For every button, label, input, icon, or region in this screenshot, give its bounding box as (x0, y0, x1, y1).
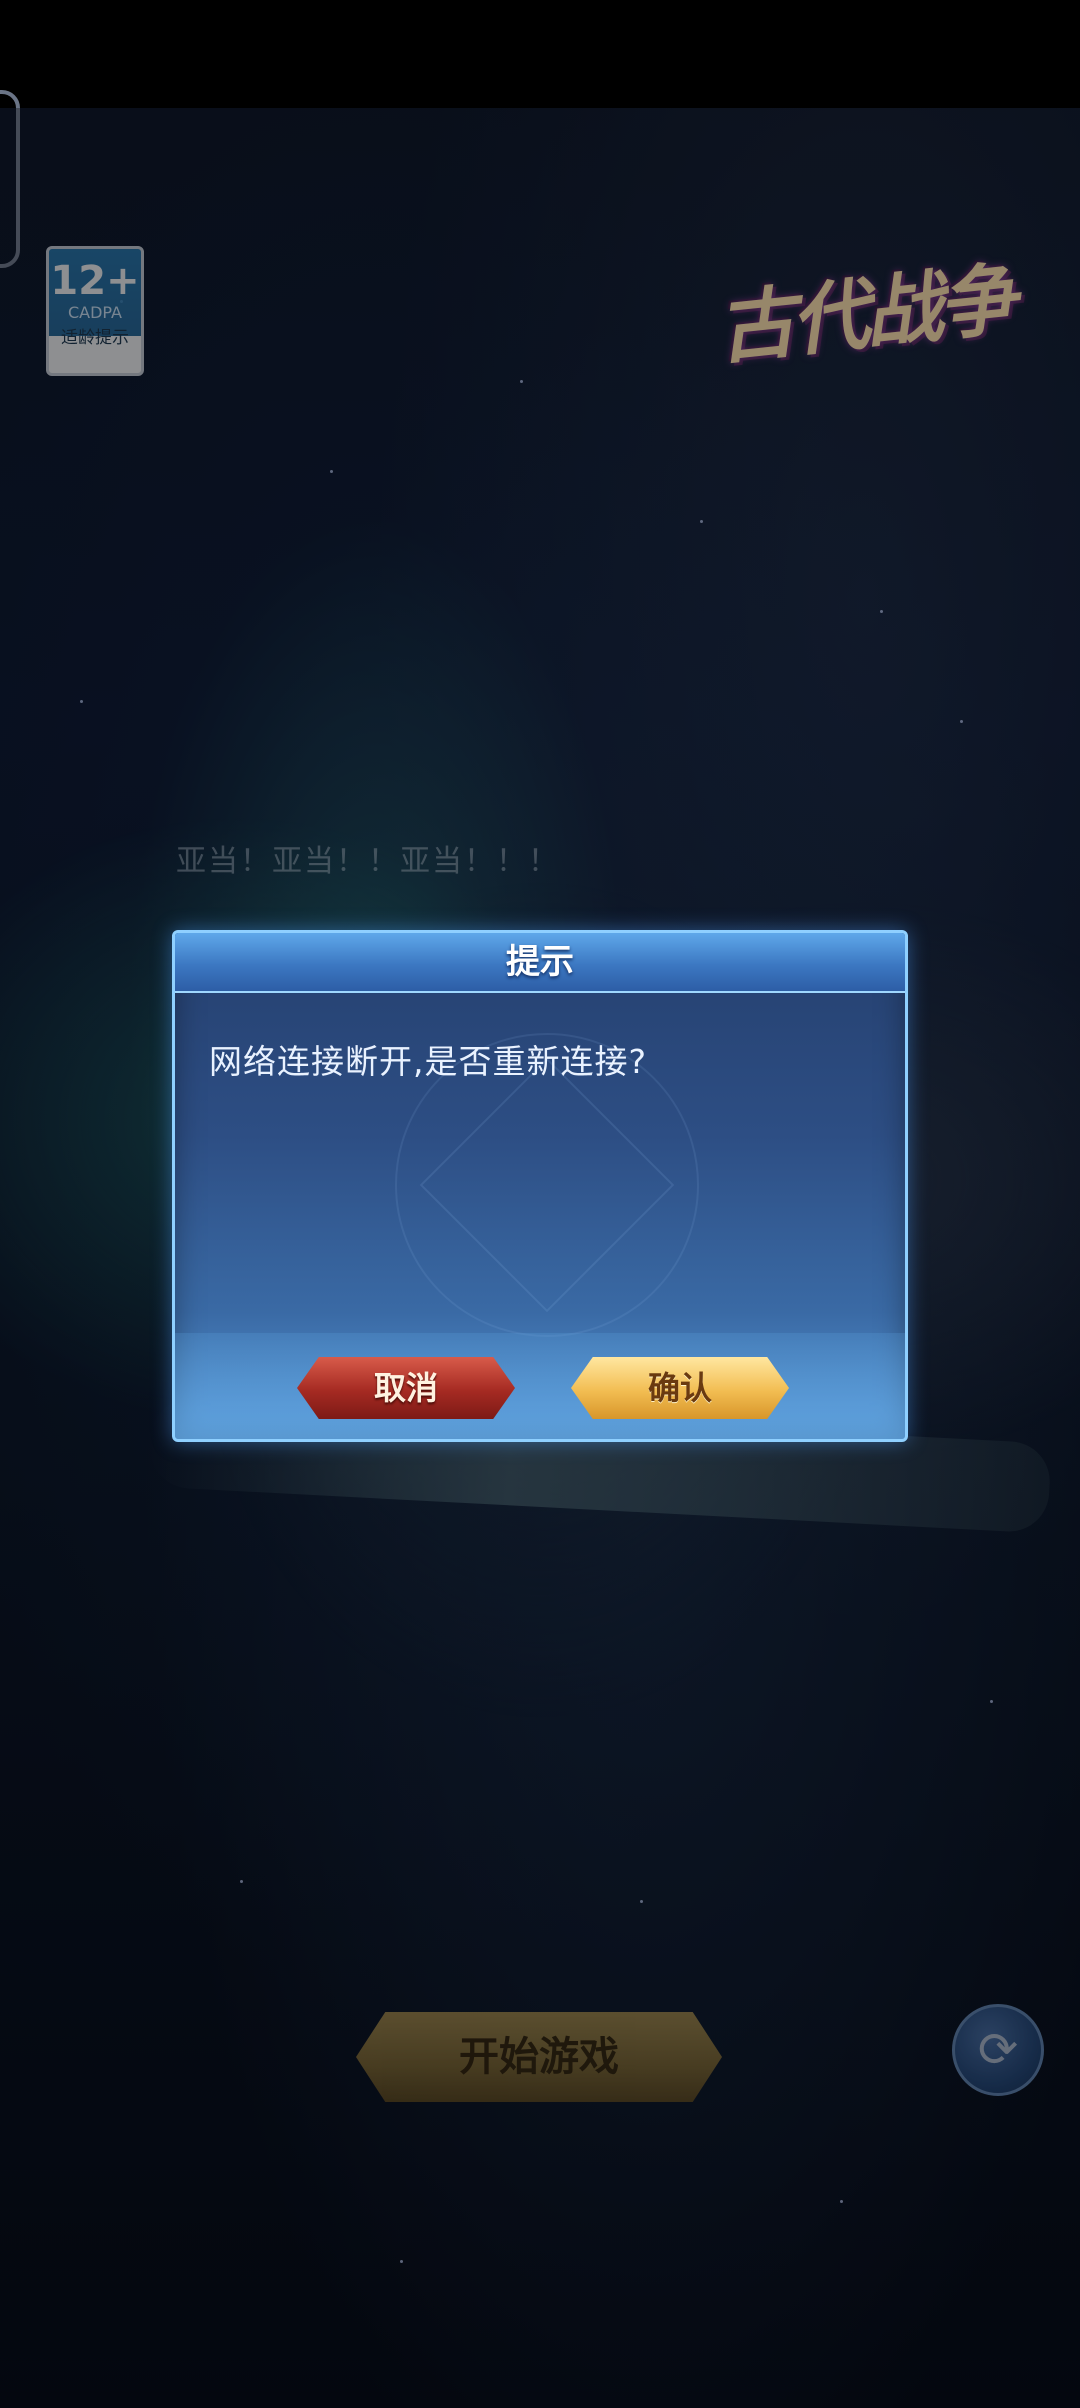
confirm-button[interactable]: 确认 (571, 1357, 789, 1419)
dialog-title: 提示 (506, 942, 574, 982)
dialog-message: 网络连接断开,是否重新连接? (209, 1042, 648, 1081)
game-screen: 12+ CADPA 适龄提示 古代战争 亚当！亚当！！亚当！！！ 开始游戏 ⟳ … (0, 0, 1080, 2408)
dialog-footer (175, 1333, 905, 1439)
reconnect-dialog: 提示 网络连接断开,是否重新连接? 取消 确认 (172, 930, 908, 1442)
dialog-header: 提示 (175, 933, 905, 993)
cancel-button[interactable]: 取消 (297, 1357, 515, 1419)
status-bar (0, 0, 1080, 108)
